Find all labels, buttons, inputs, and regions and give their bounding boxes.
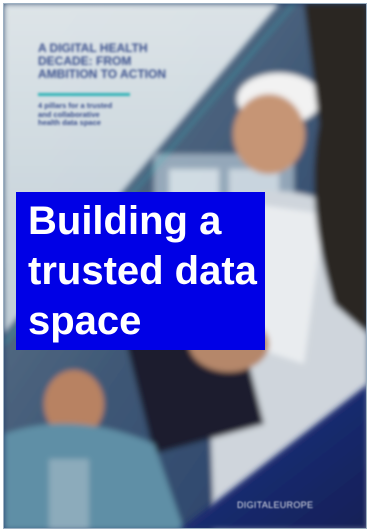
headline-highlight: Building a trusted data space xyxy=(16,192,265,350)
cover-title-line-3: AMBITION TO ACTION xyxy=(38,67,166,81)
publisher-logo: DIGITALEUROPE xyxy=(237,500,314,510)
page: A DIGITAL HEALTH DECADE: FROM AMBITION T… xyxy=(0,0,373,532)
headline-line-1: Building a xyxy=(28,199,222,243)
cover-title-underline xyxy=(38,93,130,96)
cover-subtitle-line-3: health data space xyxy=(38,118,101,127)
cover-title: A DIGITAL HEALTH DECADE: FROM AMBITION T… xyxy=(38,42,218,81)
cover-subtitle: 4 pillars for a trusted and collaborativ… xyxy=(38,101,158,128)
headline-line-3: space xyxy=(28,299,142,343)
cover-title-line-2: DECADE: FROM xyxy=(38,54,132,68)
headline-line-2: trusted data xyxy=(28,249,257,293)
headline-overlay: Building a trusted data space xyxy=(16,192,356,350)
cover-title-line-1: A DIGITAL HEALTH xyxy=(38,41,148,55)
